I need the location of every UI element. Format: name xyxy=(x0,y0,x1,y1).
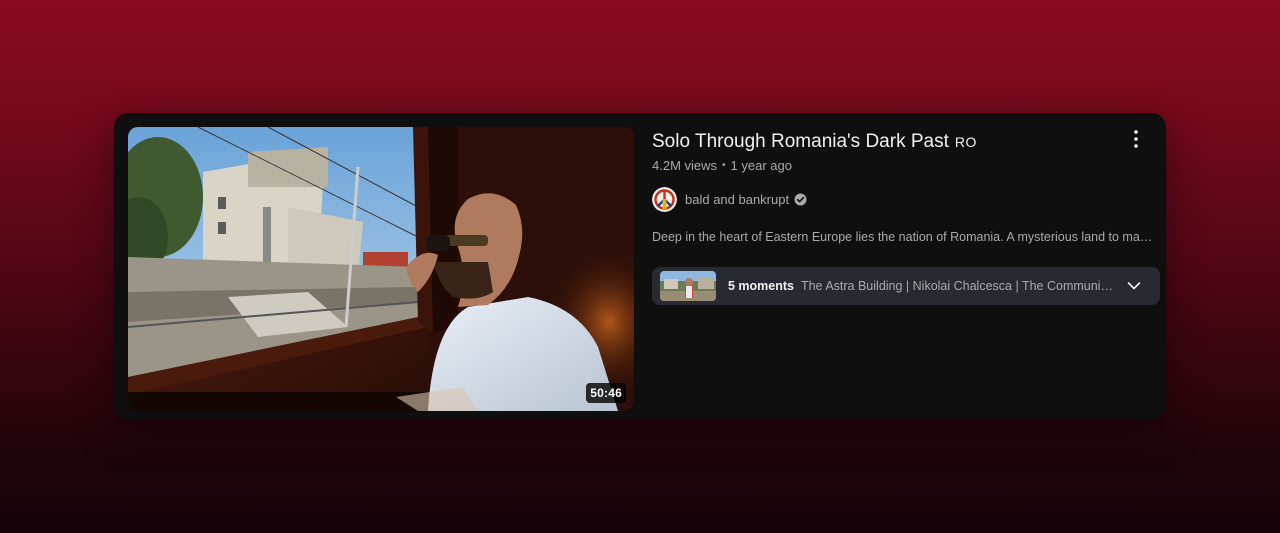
video-thumbnail[interactable]: 50:46 xyxy=(128,127,634,411)
title-row: Solo Through Romania's Dark Past RO xyxy=(652,129,1152,155)
chevron-down-icon[interactable] xyxy=(1126,278,1142,294)
video-duration-badge: 50:46 xyxy=(586,383,626,403)
channel-avatar[interactable] xyxy=(652,187,677,212)
video-title[interactable]: Solo Through Romania's Dark Past xyxy=(652,129,949,155)
video-result-card[interactable]: 50:46 Solo Through Romania's Dark Past R… xyxy=(114,113,1166,419)
more-vert-icon xyxy=(1134,130,1138,148)
thumbnail-image xyxy=(128,127,634,411)
meta-separator: • xyxy=(722,160,726,171)
view-count: 4.2M views xyxy=(652,158,718,173)
video-info: Solo Through Romania's Dark Past RO 4.2M… xyxy=(652,127,1156,244)
peace-sign-avatar-icon xyxy=(652,187,677,212)
moments-thumbnail xyxy=(660,271,716,301)
video-description-snippet: Deep in the heart of Eastern Europe lies… xyxy=(652,230,1156,244)
more-actions-button[interactable] xyxy=(1124,127,1148,151)
key-moments-bar[interactable]: 5 moments The Astra Building | Nikolai C… xyxy=(652,267,1160,305)
channel-link[interactable]: bald and bankrupt xyxy=(652,187,1152,212)
moments-chapters: The Astra Building | Nikolai Chalcesca |… xyxy=(801,279,1113,293)
verified-check-icon xyxy=(794,193,807,206)
video-metadata: 4.2M views • 1 year ago xyxy=(652,158,1152,173)
upload-age: 1 year ago xyxy=(730,158,792,173)
country-flag-label: RO xyxy=(954,134,977,150)
moments-count: 5 moments xyxy=(728,279,794,293)
channel-name[interactable]: bald and bankrupt xyxy=(685,192,789,207)
moments-thumbnail-image xyxy=(660,271,716,301)
